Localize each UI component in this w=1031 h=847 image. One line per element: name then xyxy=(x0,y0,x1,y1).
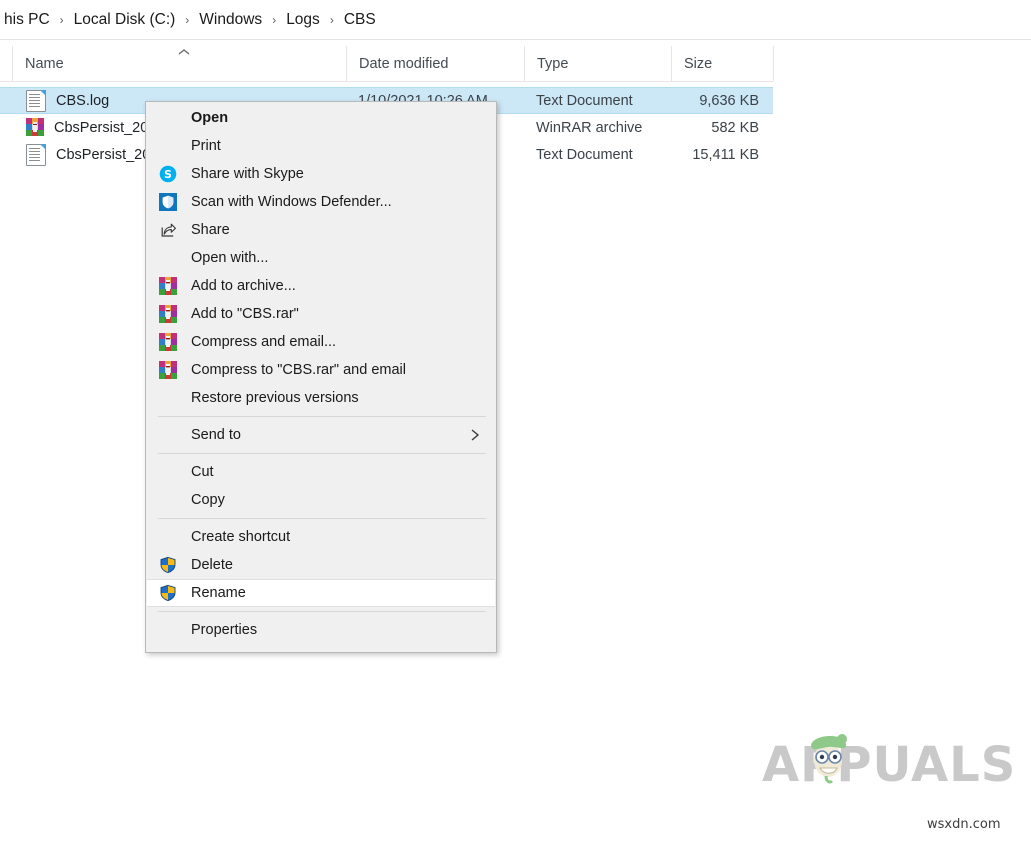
text-document-icon xyxy=(26,89,46,112)
breadcrumb-separator-icon: › xyxy=(185,13,190,27)
menu-separator xyxy=(158,416,486,417)
menu-item-add-to-cbs-rar[interactable]: Add to "CBS.rar" xyxy=(147,300,495,328)
menu-bottom-padding xyxy=(146,644,496,652)
breadcrumb-item-local-disk[interactable]: Local Disk (C:) xyxy=(70,9,180,31)
menu-item-label: Send to xyxy=(191,427,241,443)
file-type-cell: Text Document xyxy=(536,92,633,109)
menu-item-label: Share with Skype xyxy=(191,166,304,182)
breadcrumb-item-logs[interactable]: Logs xyxy=(282,9,324,31)
menu-item-add-to-archive[interactable]: Add to archive... xyxy=(147,272,495,300)
file-size-cell: 9,636 KB xyxy=(699,92,759,109)
menu-item-label: Copy xyxy=(191,492,225,508)
breadcrumb-separator-icon: › xyxy=(329,13,334,27)
menu-item-copy[interactable]: Copy xyxy=(147,486,495,514)
menu-item-label: Open with... xyxy=(191,250,269,266)
text-document-icon xyxy=(26,143,46,166)
winrar-archive-icon xyxy=(26,117,44,138)
watermark-brand-label: APPUALS xyxy=(762,737,1017,793)
file-name-label: CbsPersist_202 xyxy=(56,146,159,163)
menu-item-print[interactable]: Print xyxy=(147,132,495,160)
breadcrumb-separator-icon: › xyxy=(272,13,277,27)
column-header-divider xyxy=(0,81,773,82)
column-header-name-label: Name xyxy=(25,55,64,72)
breadcrumb-item-this-pc[interactable]: his PC xyxy=(0,9,54,31)
file-name-label: CBS.log xyxy=(56,92,110,109)
menu-item-label: Compress and email... xyxy=(191,334,337,350)
breadcrumb-item-windows[interactable]: Windows xyxy=(195,9,266,31)
file-type-cell: WinRAR archive xyxy=(536,119,643,136)
file-context-menu[interactable]: Open Print S Share with Skype Scan with … xyxy=(145,101,497,653)
menu-item-label: Scan with Windows Defender... xyxy=(191,194,392,210)
file-name-label: CbsPersist_202 xyxy=(54,119,157,136)
appuals-watermark: APPUALS xyxy=(762,734,1015,797)
column-header-size[interactable]: Size xyxy=(671,46,773,81)
menu-separator xyxy=(158,518,486,519)
column-header-date-modified[interactable]: Date modified xyxy=(346,46,524,81)
column-header-type[interactable]: Type xyxy=(524,46,671,81)
address-breadcrumb[interactable]: his PC › Local Disk (C:) › Windows › Log… xyxy=(0,0,1031,40)
menu-item-label: Add to archive... xyxy=(191,278,296,294)
windows-defender-icon xyxy=(159,193,177,211)
menu-item-scan-with-windows-defender[interactable]: Scan with Windows Defender... xyxy=(147,188,495,216)
menu-item-share[interactable]: Share xyxy=(147,216,495,244)
file-size-cell: 582 KB xyxy=(711,119,759,136)
menu-item-rename[interactable]: Rename xyxy=(147,579,495,607)
menu-item-compress-and-email[interactable]: Compress and email... xyxy=(147,328,495,356)
menu-item-label: Print xyxy=(191,138,221,154)
svg-text:S: S xyxy=(164,168,172,181)
appuals-mascot-icon xyxy=(804,726,852,784)
winrar-icon xyxy=(159,333,177,351)
menu-item-label: Cut xyxy=(191,464,214,480)
menu-item-label: Delete xyxy=(191,557,233,573)
menu-item-cut[interactable]: Cut xyxy=(147,458,495,486)
file-size-cell: 15,411 KB xyxy=(692,146,759,163)
column-header-row: Name Date modified Type Size xyxy=(0,46,1031,81)
chevron-right-icon xyxy=(469,428,481,442)
winrar-icon xyxy=(159,361,177,379)
uac-shield-icon xyxy=(159,584,177,602)
menu-item-label: Create shortcut xyxy=(191,529,291,545)
menu-item-label: Add to "CBS.rar" xyxy=(191,306,299,322)
breadcrumb-item-cbs[interactable]: CBS xyxy=(340,9,380,31)
menu-item-create-shortcut[interactable]: Create shortcut xyxy=(147,523,495,551)
column-header-date-label: Date modified xyxy=(359,55,449,72)
column-right-edge xyxy=(773,46,774,81)
winrar-icon xyxy=(159,305,177,323)
menu-item-open[interactable]: Open xyxy=(147,104,495,132)
column-header-type-label: Type xyxy=(537,55,569,72)
source-credit-label: wsxdn.com xyxy=(927,817,1001,832)
skype-icon: S xyxy=(159,165,177,183)
share-arrow-icon xyxy=(159,221,177,239)
menu-item-delete[interactable]: Delete xyxy=(147,551,495,579)
uac-shield-icon xyxy=(159,556,177,574)
menu-item-restore-previous-versions[interactable]: Restore previous versions xyxy=(147,384,495,412)
menu-item-label: Restore previous versions xyxy=(191,390,359,406)
column-header-size-label: Size xyxy=(684,55,713,72)
menu-separator xyxy=(158,453,486,454)
breadcrumb-divider xyxy=(0,39,1031,40)
menu-separator xyxy=(158,611,486,612)
sort-ascending-chevron-icon xyxy=(176,44,192,55)
menu-item-compress-to-cbs-rar-and-email[interactable]: Compress to "CBS.rar" and email xyxy=(147,356,495,384)
winrar-icon xyxy=(159,277,177,295)
menu-item-label: Rename xyxy=(191,585,246,601)
menu-item-label: Compress to "CBS.rar" and email xyxy=(191,362,406,378)
menu-item-send-to[interactable]: Send to xyxy=(147,421,495,449)
menu-item-label: Properties xyxy=(191,622,258,638)
menu-item-share-with-skype[interactable]: S Share with Skype xyxy=(147,160,495,188)
file-type-cell: Text Document xyxy=(536,146,633,163)
breadcrumb-separator-icon: › xyxy=(59,13,64,27)
menu-item-open-with[interactable]: Open with... xyxy=(147,244,495,272)
menu-item-label: Open xyxy=(191,110,229,126)
menu-item-properties[interactable]: Properties xyxy=(147,616,495,644)
menu-item-label: Share xyxy=(191,222,230,238)
